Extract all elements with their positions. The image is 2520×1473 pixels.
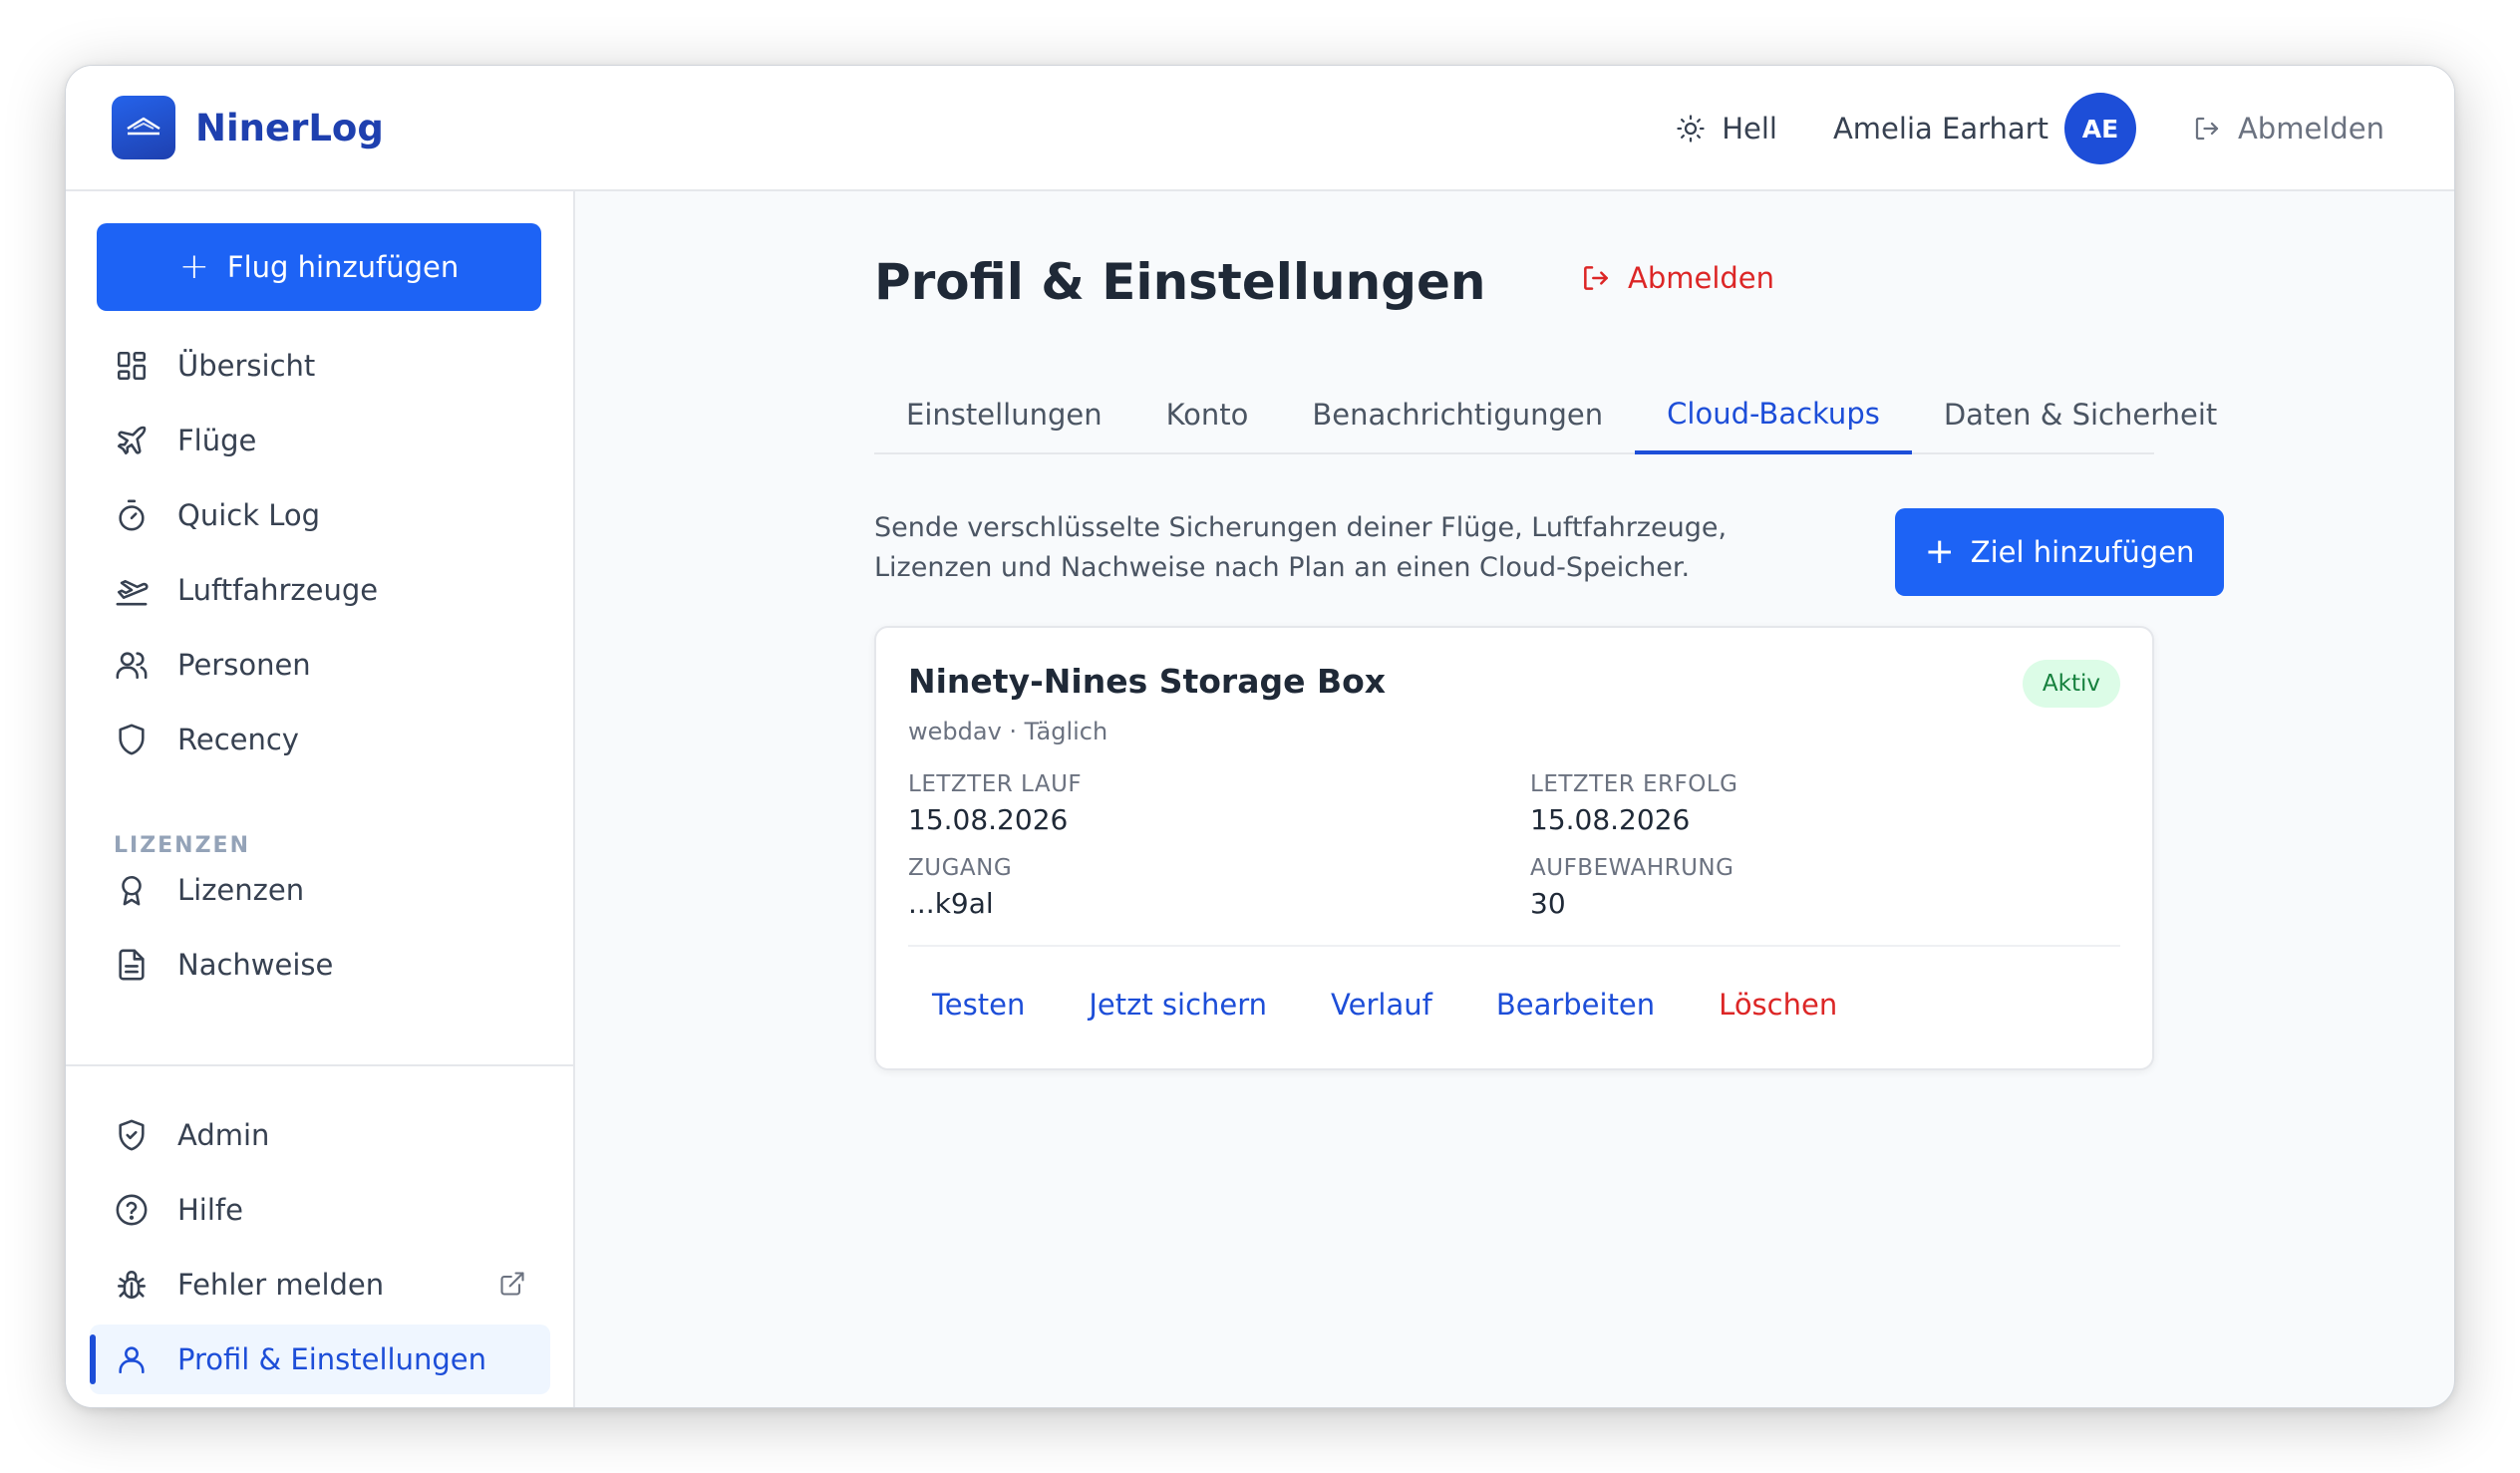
- tab-daten-sicherheit[interactable]: Daten & Sicherheit: [1912, 377, 2249, 452]
- sidebar-item-label: Personen: [177, 648, 311, 682]
- logout-label: Abmelden: [1628, 261, 1775, 295]
- backup-now-button[interactable]: Jetzt sichern: [1065, 975, 1291, 1034]
- add-flight-button[interactable]: + Flug hinzufügen: [97, 223, 541, 311]
- users-icon: [112, 645, 152, 685]
- tab-cloud-backups[interactable]: Cloud-Backups: [1635, 377, 1912, 454]
- edit-button[interactable]: Bearbeiten: [1472, 975, 1679, 1034]
- last-run-label: LETZTER LAUF: [908, 771, 1083, 797]
- sidebar-item-fehler-melden[interactable]: Fehler melden: [90, 1250, 550, 1320]
- history-button[interactable]: Verlauf: [1307, 975, 1456, 1034]
- backup-description: Sende verschlüsselte Sicherungen deiner …: [874, 512, 1728, 583]
- tab-benachrichtigungen[interactable]: Benachrichtigungen: [1280, 377, 1635, 452]
- tab-konto[interactable]: Konto: [1134, 377, 1281, 452]
- brand[interactable]: NinerLog: [112, 96, 384, 159]
- add-target-button[interactable]: + Ziel hinzufügen: [1895, 508, 2224, 596]
- sidebar-item-admin[interactable]: Admin: [90, 1100, 550, 1170]
- logout-button-top[interactable]: Abmelden: [2192, 112, 2384, 146]
- card-actions: Testen Jetzt sichern Verlauf Bearbeiten …: [908, 975, 1861, 1034]
- card-title: Ninety-Nines Storage Box: [908, 662, 1387, 701]
- plane-horizon-icon: [112, 96, 175, 159]
- sidebar-item-uebersicht[interactable]: Übersicht: [90, 331, 550, 401]
- status-badge: Aktiv: [2022, 660, 2120, 708]
- sidebar-item-label: Nachweise: [177, 948, 334, 982]
- external-link-icon: [498, 1270, 526, 1305]
- access-label: ZUGANG: [908, 855, 1013, 881]
- sidebar-item-label: Admin: [177, 1118, 270, 1152]
- plus-icon: +: [1924, 531, 1955, 572]
- logout-label: Abmelden: [2237, 112, 2384, 146]
- sidebar-item-personen[interactable]: Personen: [90, 630, 550, 700]
- sidebar-item-fluege[interactable]: Flüge: [90, 406, 550, 475]
- logout-icon: [2195, 117, 2219, 141]
- app-name: NinerLog: [195, 106, 384, 149]
- card-divider: [908, 945, 2120, 947]
- plus-icon: +: [178, 246, 209, 287]
- sidebar-divider: [66, 1064, 573, 1066]
- logout-button-main[interactable]: Abmelden: [1580, 261, 1774, 295]
- test-button[interactable]: Testen: [908, 975, 1049, 1034]
- dashboard-icon: [112, 346, 152, 386]
- avatar[interactable]: AE: [2063, 93, 2136, 164]
- app-window: NinerLog Hell Amelia Earhart AE Abmelden…: [65, 65, 2455, 1408]
- document-icon: [112, 945, 152, 985]
- sidebar-item-label: Flüge: [177, 424, 257, 457]
- sidebar-item-hilfe[interactable]: Hilfe: [90, 1175, 550, 1245]
- sidebar-item-label: Profil & Einstellungen: [177, 1342, 486, 1376]
- main-content: Profil & Einstellungen Abmelden Einstell…: [575, 191, 2454, 1407]
- sidebar-item-label: Fehler melden: [177, 1268, 385, 1302]
- award-icon: [112, 870, 152, 910]
- top-right-controls: Hell Amelia Earhart AE Abmelden: [1676, 92, 2384, 165]
- sidebar-item-label: Hilfe: [177, 1193, 243, 1227]
- add-target-label: Ziel hinzufügen: [1970, 535, 2195, 569]
- delete-button[interactable]: Löschen: [1695, 975, 1861, 1034]
- plane-icon: [112, 421, 152, 460]
- theme-toggle-button[interactable]: Hell: [1676, 112, 1777, 146]
- page-title: Profil & Einstellungen: [874, 253, 1486, 311]
- sun-icon: [1677, 115, 1705, 143]
- shield-icon: [112, 720, 152, 759]
- help-circle-icon: [112, 1190, 152, 1230]
- user-name: Amelia Earhart: [1832, 112, 2048, 146]
- stopwatch-icon: [112, 495, 152, 535]
- add-flight-label: Flug hinzufügen: [226, 250, 460, 284]
- sidebar-item-label: Übersicht: [177, 349, 316, 383]
- sidebar-item-label: Lizenzen: [177, 873, 305, 907]
- sidebar-item-luftfahrzeuge[interactable]: Luftfahrzeuge: [90, 555, 550, 625]
- top-bar: NinerLog Hell Amelia Earhart AE Abmelden: [66, 66, 2454, 191]
- sidebar: + Flug hinzufügen Übersicht Flüge Quick …: [66, 191, 575, 1407]
- user-icon: [112, 1339, 152, 1379]
- sidebar-item-quick-log[interactable]: Quick Log: [90, 480, 550, 550]
- last-run-value: 15.08.2026: [908, 803, 1069, 836]
- tab-bar: Einstellungen Konto Benachrichtigungen C…: [874, 377, 2217, 454]
- shield-check-icon: [112, 1115, 152, 1155]
- sidebar-item-nachweise[interactable]: Nachweise: [90, 930, 550, 1000]
- plane-takeoff-icon: [112, 570, 152, 610]
- sidebar-item-lizenzen[interactable]: Lizenzen: [90, 855, 550, 925]
- last-success-value: 15.08.2026: [1530, 803, 1691, 836]
- last-success-label: LETZTER ERFOLG: [1530, 771, 1738, 797]
- sidebar-item-label: Quick Log: [177, 498, 321, 532]
- sidebar-item-profil[interactable]: Profil & Einstellungen: [90, 1325, 550, 1394]
- theme-label: Hell: [1722, 112, 1777, 146]
- tab-einstellungen[interactable]: Einstellungen: [874, 377, 1134, 452]
- sidebar-item-label: Luftfahrzeuge: [177, 573, 379, 607]
- sidebar-item-recency[interactable]: Recency: [90, 705, 550, 774]
- sidebar-item-label: Recency: [177, 723, 299, 756]
- retention-value: 30: [1530, 887, 1566, 920]
- access-value: ...k9al: [908, 887, 994, 920]
- retention-label: AUFBEWAHRUNG: [1530, 855, 1734, 881]
- backup-target-card: Ninety-Nines Storage Box webdav · Täglic…: [874, 626, 2154, 1070]
- bug-icon: [112, 1265, 152, 1305]
- card-subtitle: webdav · Täglich: [908, 718, 1108, 745]
- logout-icon: [1584, 266, 1608, 290]
